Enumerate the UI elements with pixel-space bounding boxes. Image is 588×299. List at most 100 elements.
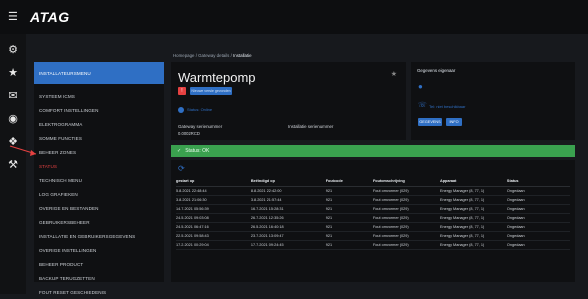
hamburger-menu-icon[interactable]: ☰ — [8, 11, 24, 23]
menu-item-backup[interactable]: BACKUP TERUGZETTEN — [34, 271, 164, 285]
breadcrumb-trail[interactable]: Homepage / Gateway details / — [173, 53, 233, 58]
table-cell: Ongedaan — [506, 204, 570, 214]
error-log-card: ⟳ gestart op Beëindigd op Foutcode Fouto… — [171, 160, 575, 282]
table-cell: 921 — [325, 240, 373, 250]
atag-logo[interactable]: ATAG — [30, 9, 70, 25]
table-row[interactable]: 3.8.2021 21:06:30 3.8.2021 21:57:44 921 … — [176, 195, 570, 205]
column-header[interactable]: Status — [506, 177, 570, 187]
menu-item-systeem[interactable]: SYSTEEM ICMS — [34, 89, 164, 103]
table-cell: Ongedaan — [506, 195, 570, 205]
table-row[interactable]: 22.5.2021 09:58:43 23.7.2021 13:09:47 92… — [176, 231, 570, 241]
gateway-serial-label: Gateway serienummer — [178, 124, 223, 129]
installer-menu: INSTALLATEURSMENU SYSTEEM ICMS COMFORT I… — [34, 62, 164, 295]
status-dot-icon — [178, 107, 184, 113]
table-cell: 14.7.2021 05:56:39 — [176, 204, 251, 214]
wrench-icon[interactable]: ⚒ — [6, 157, 20, 171]
table-cell: 8.8.2021 22:42:00 — [250, 186, 326, 196]
breadcrumb: Homepage / Gateway details / Installatie — [173, 53, 252, 58]
warning-icon: ! — [178, 87, 186, 95]
table-cell: Ongedaan — [506, 231, 570, 241]
star-icon[interactable]: ★ — [6, 65, 20, 79]
table-cell: 3.8.2021 21:06:30 — [176, 195, 251, 205]
table-cell: 23.7.2021 13:09:47 — [250, 231, 326, 241]
table-cell: Energy Manager (8, 77, 1) — [439, 240, 507, 250]
help-icon[interactable]: ❖ — [6, 134, 20, 148]
person-icon: ● — [418, 82, 423, 91]
table-cell: 921 — [325, 231, 373, 241]
table-cell: Ongedaan — [506, 186, 570, 196]
column-header[interactable]: gestart op — [176, 177, 251, 187]
table-cell: 921 — [325, 213, 373, 223]
table-cell: Energy Manager (8, 77, 1) — [439, 195, 507, 205]
gear-icon[interactable]: ⚙ — [6, 42, 20, 56]
table-cell: Energy Manager (8, 77, 1) — [439, 186, 507, 196]
table-cell: 26.5.2021 16:40:18 — [250, 222, 326, 232]
menu-item-installateursmenu[interactable]: INSTALLATEURSMENU — [34, 62, 164, 84]
phone-text: Tel: niet beschikbaar — [429, 104, 466, 109]
column-header[interactable]: Foutomschrijving — [372, 177, 440, 187]
table-cell: 17.2.2021 00:29:04 — [176, 240, 251, 250]
status-ok-bar: ✓ Status: OK — [171, 145, 575, 157]
table-cell: 921 — [325, 204, 373, 214]
check-icon: ✓ — [177, 148, 182, 154]
table-cell: 5.8.2021 22:48:44 — [176, 186, 251, 196]
menu-item-functies[interactable]: SOMME FUNCTIES — [34, 131, 164, 145]
favorite-star-icon[interactable]: ★ — [391, 70, 397, 78]
mail-icon[interactable]: ✉ — [6, 88, 20, 102]
update-button[interactable]: Nieuwe versie gevonden — [190, 87, 232, 95]
table-cell: Fout omvormer (029) — [372, 186, 440, 196]
table-cell: Fout omvormer (029) — [372, 195, 440, 205]
column-header[interactable]: Apparaat — [439, 177, 507, 187]
menu-item-technisch[interactable]: TECHNISCH MENU — [34, 173, 164, 187]
error-log-table: gestart op Beëindigd op Foutcode Foutoms… — [176, 177, 570, 250]
table-row[interactable]: 24.5.2021 09:03:08 26.7.2021 12:35:26 92… — [176, 213, 570, 223]
menu-item-fout-reset[interactable]: FOUT RESET GESCHIEDENIS — [34, 285, 164, 299]
table-cell: 17.7.2021 09:24:45 — [250, 240, 326, 250]
table-cell: Ongedaan — [506, 222, 570, 232]
gegevens-button[interactable]: GEGEVENS — [418, 118, 442, 126]
table-cell: 26.7.2021 12:35:26 — [250, 213, 326, 223]
table-row[interactable]: 24.5.2021 06:47:16 26.5.2021 16:40:18 92… — [176, 222, 570, 232]
table-cell: 24.5.2021 09:03:08 — [176, 213, 251, 223]
menu-item-gebruikersbeheer[interactable]: GEBRUIKERSBEHEER — [34, 215, 164, 229]
breadcrumb-current: Installatie — [233, 53, 252, 58]
table-cell: Ongedaan — [506, 213, 570, 223]
menu-item-elektrogramma[interactable]: ELEKTROGRAMMA — [34, 117, 164, 131]
menu-item-log-grafieken[interactable]: LOG GRAFIEKEN — [34, 187, 164, 201]
menu-item-instellingen[interactable]: OVERIGE INSTELLINGEN — [34, 243, 164, 257]
menu-item-status[interactable]: STATUS — [34, 159, 164, 173]
table-row[interactable]: 14.7.2021 05:56:39 16.7.2021 15:28:31 92… — [176, 204, 570, 214]
owner-card-title: Gegevens eigenaar — [417, 68, 456, 73]
table-cell: 24.5.2021 06:47:16 — [176, 222, 251, 232]
table-header-row: gestart op Beëindigd op Foutcode Foutoms… — [176, 177, 570, 187]
table-cell: Energy Manager (8, 77, 1) — [439, 231, 507, 241]
phone-icon: ☏ — [418, 102, 427, 109]
menu-item-zones[interactable]: BEHEER ZONES — [34, 145, 164, 159]
table-cell: Fout omvormer (029) — [372, 213, 440, 223]
table-cell: 921 — [325, 195, 373, 205]
pin-icon[interactable]: ◉ — [6, 111, 20, 125]
top-bar: ☰ ATAG — [0, 0, 588, 34]
info-button[interactable]: INFO — [446, 118, 462, 126]
icon-rail: ⚙ ★ ✉ ◉ ❖ ⚒ — [0, 34, 26, 294]
table-cell: 3.8.2021 21:57:44 — [250, 195, 326, 205]
column-header[interactable]: Foutcode — [325, 177, 373, 187]
refresh-icon[interactable]: ⟳ — [178, 164, 185, 173]
table-cell: Energy Manager (8, 77, 1) — [439, 204, 507, 214]
table-cell: Energy Manager (8, 77, 1) — [439, 213, 507, 223]
status-ok-text: Status: OK — [185, 148, 210, 154]
table-row[interactable]: 5.8.2021 22:48:44 8.8.2021 22:42:00 921 … — [176, 186, 570, 196]
menu-item-bestanden[interactable]: OVERIGE EN BESTANDEN — [34, 201, 164, 215]
menu-item-product[interactable]: BEHEER PRODUCT — [34, 257, 164, 271]
table-row[interactable]: 17.2.2021 00:29:04 17.7.2021 09:24:45 92… — [176, 240, 570, 250]
table-cell: 22.5.2021 09:58:43 — [176, 231, 251, 241]
column-header[interactable]: Beëindigd op — [250, 177, 326, 187]
page-title: Warmtepomp — [178, 70, 256, 85]
menu-item-gegevens[interactable]: INSTALLATIE EN GEBRUIKERSGEGEVENS — [34, 229, 164, 243]
owner-card: Gegevens eigenaar ● ☏ Tel: niet beschikb… — [411, 62, 575, 140]
status-link[interactable]: Status: Online — [187, 107, 212, 113]
table-cell: Fout omvormer (029) — [372, 204, 440, 214]
device-card: Warmtepomp ★ ! Nieuwe versie gevonden St… — [171, 62, 406, 140]
gateway-serial-value: 0.0002RCD — [178, 131, 200, 136]
menu-item-comfort[interactable]: COMFORT INSTELLINGEN — [34, 103, 164, 117]
